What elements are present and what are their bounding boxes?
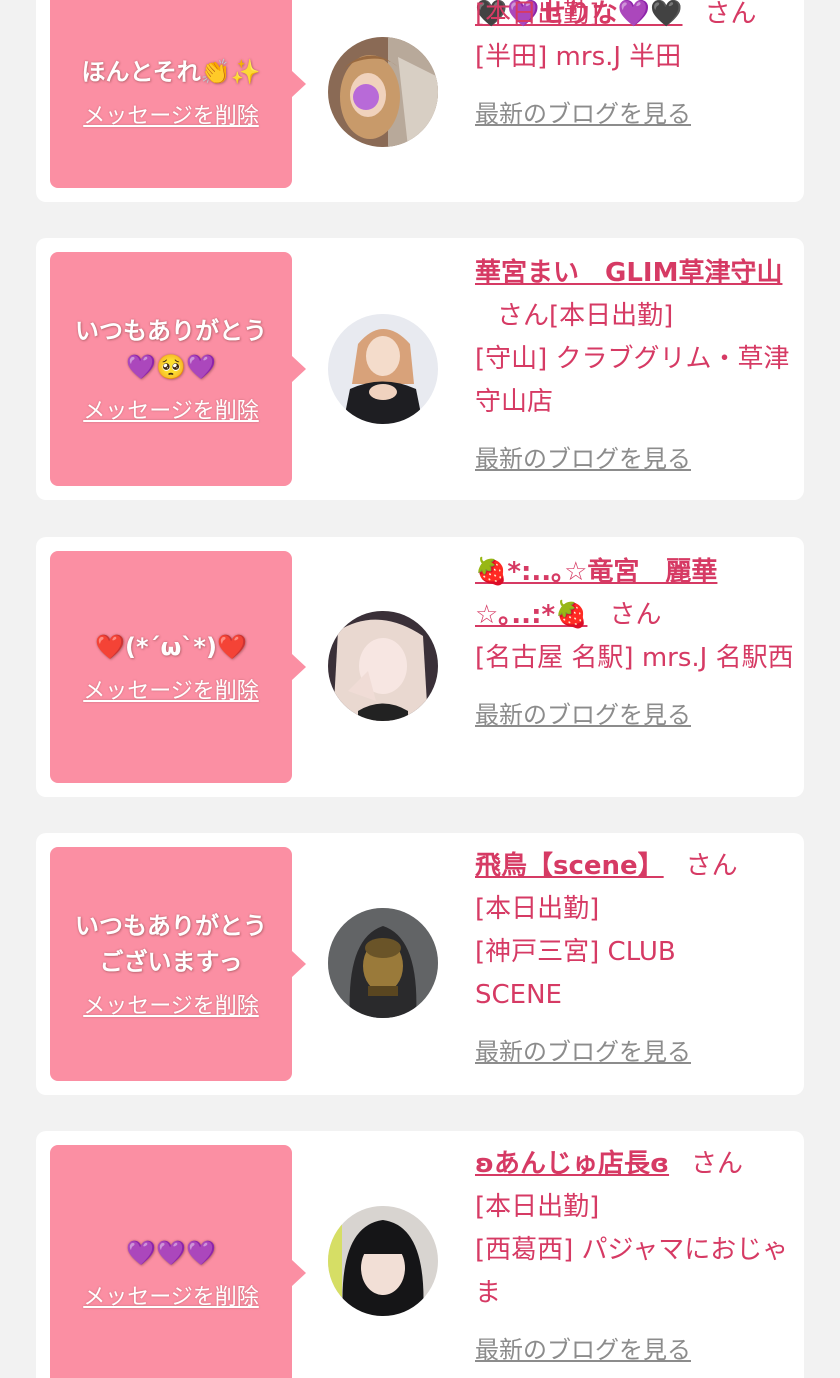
message-bubble: いつもありがとうございますっ メッセージを削除 xyxy=(50,847,306,1081)
profile-photo-icon xyxy=(328,314,438,424)
cast-info: 🍓*:..｡☆竜宮 麗華☆｡..:*🍓 さん [名古屋 名駅] mrs.J 名駅西… xyxy=(475,551,795,737)
message-text: ほんとそれ👏✨ xyxy=(81,58,261,86)
message-card: いつもありがとう💜🥺💜 メッセージを削除 華宮まい GLIM草津守山さん[本日出… xyxy=(36,238,804,500)
name-line: 華宮まい GLIM草津守山さん[本日出勤] xyxy=(475,252,795,338)
message-card: ほんとそれ👏✨ メッセージを削除 🖤💜せりな💜🖤 さん [本日出勤] [半田] m… xyxy=(36,0,804,202)
latest-blog-link[interactable]: 最新のブログを見る xyxy=(475,1031,691,1074)
attendance-status: [本日出勤] xyxy=(475,894,600,924)
avatar[interactable] xyxy=(328,611,438,721)
honorific-label: さん xyxy=(609,600,662,630)
honorific-label: さん xyxy=(497,301,550,331)
cast-name-link[interactable]: 飛鳥【scene】 xyxy=(475,851,664,881)
profile-photo-icon xyxy=(328,1206,438,1316)
delete-message-link[interactable]: メッセージを削除 xyxy=(83,1279,259,1311)
delete-message-link[interactable]: メッセージを削除 xyxy=(83,98,259,130)
message-card: ❤️(*´ω`*)❤️ メッセージを削除 🍓*:..｡☆竜宮 麗華☆｡..:*🍓… xyxy=(36,537,804,797)
profile-photo-icon xyxy=(328,611,438,721)
shop-info: [西葛西] パジャマにおじゃま xyxy=(475,1235,789,1308)
profile-photo-icon xyxy=(328,37,438,147)
latest-blog-link[interactable]: 最新のブログを見る xyxy=(475,93,691,136)
buddha-statue-photo-icon xyxy=(328,908,438,1018)
honorific-label: さん xyxy=(704,0,757,29)
avatar[interactable] xyxy=(328,37,438,147)
shop-info: [半田] mrs.J 半田 xyxy=(475,42,682,72)
message-text: 💜💜💜 xyxy=(126,1239,216,1267)
message-card: いつもありがとうございますっ メッセージを削除 飛鳥【scene】 さん [本日出… xyxy=(36,833,804,1095)
cast-info: 華宮まい GLIM草津守山さん[本日出勤] [守山] クラブグリム・草津守山店 … xyxy=(475,252,795,481)
message-card: 💜💜💜 メッセージを削除 ʚあんじゅ店長ɞ さん [本日出勤] [西葛西] パジャ… xyxy=(36,1131,804,1378)
cast-name-link[interactable]: 🍓*:..｡☆竜宮 麗華☆｡..:*🍓 xyxy=(475,557,717,630)
cast-name-link[interactable]: 華宮まい GLIM草津守山 xyxy=(475,258,782,288)
message-list: ほんとそれ👏✨ メッセージを削除 🖤💜せりな💜🖤 さん [本日出勤] [半田] m… xyxy=(0,0,840,1378)
shop-info: [守山] クラブグリム・草津守山店 xyxy=(475,344,790,417)
message-text: いつもありがとうございますっ xyxy=(75,912,267,976)
avatar[interactable] xyxy=(328,1206,438,1316)
message-bubble: ❤️(*´ω`*)❤️ メッセージを削除 xyxy=(50,551,306,783)
attendance-status: [本日出勤] xyxy=(475,1192,600,1222)
latest-blog-link[interactable]: 最新のブログを見る xyxy=(475,1329,691,1372)
message-bubble: ほんとそれ👏✨ メッセージを削除 xyxy=(50,0,306,188)
honorific-label: さん xyxy=(691,1149,744,1179)
name-line: 飛鳥【scene】 さん xyxy=(475,845,795,888)
avatar[interactable] xyxy=(328,908,438,1018)
attendance-status: [本日出勤] xyxy=(549,301,674,331)
name-line: ʚあんじゅ店長ɞ さん xyxy=(475,1143,795,1186)
latest-blog-link[interactable]: 最新のブログを見る xyxy=(475,438,691,481)
delete-message-link[interactable]: メッセージを削除 xyxy=(83,988,259,1020)
cast-info: 🖤💜せりな💜🖤 さん [本日出勤] [半田] mrs.J 半田 最新のブログを見る xyxy=(475,0,795,136)
name-line: 🍓*:..｡☆竜宮 麗華☆｡..:*🍓 さん xyxy=(475,551,795,637)
delete-message-link[interactable]: メッセージを削除 xyxy=(83,673,259,705)
cast-info: ʚあんじゅ店長ɞ さん [本日出勤] [西葛西] パジャマにおじゃま 最新のブログ… xyxy=(475,1143,795,1372)
honorific-label: さん xyxy=(685,851,738,881)
latest-blog-link[interactable]: 最新のブログを見る xyxy=(475,694,691,737)
message-bubble: 💜💜💜 メッセージを削除 xyxy=(50,1145,306,1378)
avatar[interactable] xyxy=(328,314,438,424)
shop-info: [名古屋 名駅] mrs.J 名駅西 xyxy=(475,643,794,673)
cast-name-link[interactable]: ʚあんじゅ店長ɞ xyxy=(475,1149,669,1179)
delete-message-link[interactable]: メッセージを削除 xyxy=(83,393,259,425)
message-bubble: いつもありがとう💜🥺💜 メッセージを削除 xyxy=(50,252,306,486)
message-text: いつもありがとう💜🥺💜 xyxy=(75,317,267,381)
cast-info: 飛鳥【scene】 さん [本日出勤] [神戸三宮] CLUB SCENE 最新の… xyxy=(475,845,795,1074)
message-text: ❤️(*´ω`*)❤️ xyxy=(95,633,247,661)
shop-info: [神戸三宮] CLUB SCENE xyxy=(475,937,676,1010)
